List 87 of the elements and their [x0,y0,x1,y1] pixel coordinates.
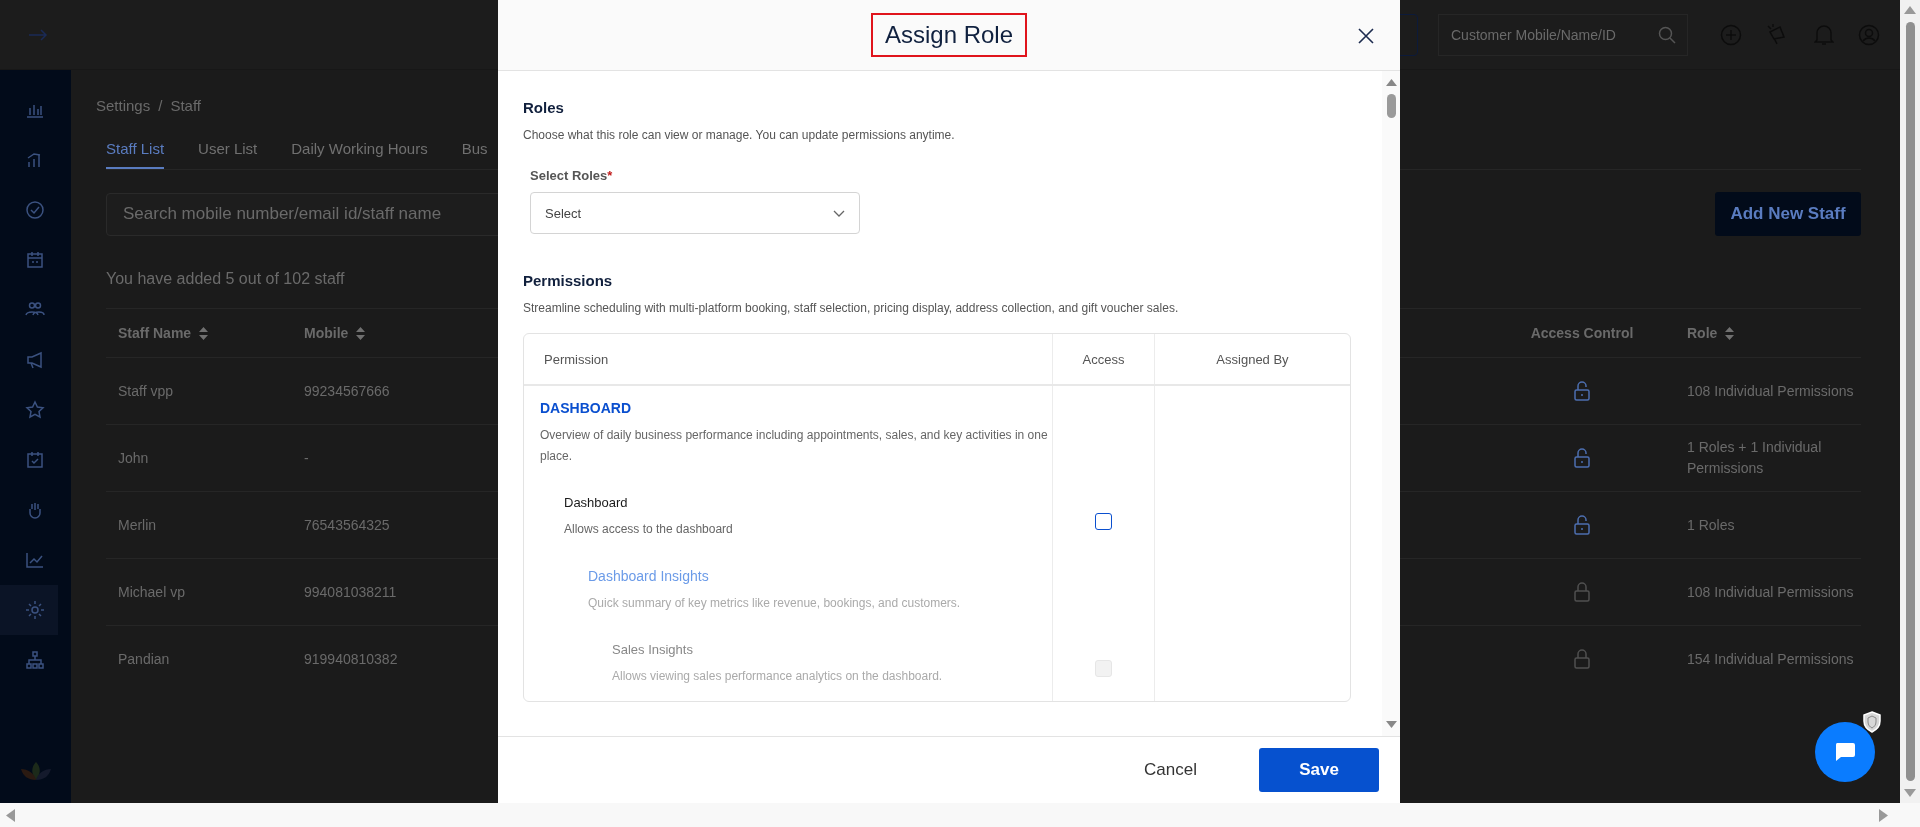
access-checkbox[interactable] [1095,513,1112,530]
column-header: Access [1082,351,1125,367]
table-cell-text: 99234567666 [304,381,390,401]
permission-group-title: Dashboard Insights [588,568,710,584]
breadcrumb-link[interactable]: Settings [96,97,151,114]
column-header: Role [1687,323,1718,343]
close-icon[interactable] [1358,28,1374,44]
scrollbar[interactable] [1382,71,1400,736]
staff-count-text: You have added 5 out of 102 staff [106,270,345,288]
permission-description: Quick summary of key metrics like revenue, bookings, and customers. [588,595,962,612]
section-heading: Roles [523,99,565,116]
calendar-icon [25,250,45,270]
breadcrumb-separator: / [158,97,163,114]
lotus-logo-icon [19,761,53,781]
customer-search-field[interactable]: Customer Mobile/Name/ID [1438,13,1688,56]
add-staff-button[interactable]: Add New Staff [1715,192,1861,236]
padlock-icon[interactable] [1574,448,1590,468]
table-cell-text: John [118,448,149,468]
tab[interactable]: User List [198,130,258,169]
save-button[interactable]: Save [1259,748,1379,792]
star-icon [25,400,45,420]
section-heading: Permissions [523,272,614,289]
table-cell-text: 1 Roles [1687,515,1735,535]
table-cell-text: 108 Individual Permissions [1687,381,1854,401]
sidebar-item[interactable] [0,585,58,635]
column-header: Access Control [1530,323,1634,343]
permission-description: Allows access to the dashboard [564,521,734,538]
column-header: Permission [544,351,609,367]
field-label: Select Roles [530,168,608,183]
table-cell-text: 1 Roles + 1 Individual Permissions [1687,438,1823,478]
cancel-button[interactable]: Cancel [1138,759,1203,781]
column-header: Mobile [304,323,349,343]
section-description: Streamline scheduling with multi-platform booking, staff selection, pricing display, address collection, and gift voucher sales. [523,301,1180,315]
column-header: Assigned By [1216,351,1289,367]
table-cell-text: Pandian [118,649,170,669]
scroll-right-icon[interactable] [1879,808,1888,822]
tab[interactable]: Daily Working Hours [291,130,428,169]
table-cell-text: 919940810382 [304,649,398,669]
org-chart-icon [25,650,45,670]
shield-icon [1862,711,1882,733]
dialog-title: Assign Role [870,13,1028,57]
table-cell-text: Merlin [118,515,157,535]
sort-icon[interactable] [356,326,366,340]
permission-title: Dashboard [564,495,629,510]
table-cell-text: 994081038211 [304,582,397,602]
roles-dropdown[interactable]: Select [530,192,860,234]
scroll-up-icon[interactable] [1904,6,1916,14]
sort-icon[interactable] [1725,326,1735,340]
permission-title: Sales Insights [612,642,694,657]
scroll-down-icon[interactable] [1385,721,1397,728]
required-mark: * [607,168,613,183]
padlock-icon[interactable] [1574,582,1590,602]
settings-icon [25,600,45,620]
padlock-icon[interactable] [1574,381,1590,401]
table-cell-text: - [304,448,309,468]
padlock-icon[interactable] [1574,515,1590,535]
tab[interactable]: Bus [461,130,488,169]
table-cell-text: 154 Individual Permissions [1687,649,1854,669]
megaphone-icon [25,350,45,370]
chevron-down-icon [833,209,845,217]
table-cell-text: 76543564325 [304,515,390,535]
scrollbar-corner [1900,803,1920,827]
permission-description: Overview of daily business performance including appointments, sales, and key activities in one place. [540,427,1049,465]
permission-description: Allows viewing sales performance analytics on the dashboard. [612,668,944,685]
permission-group-title: DASHBOARD [540,400,632,416]
table-cell-text: Staff vpp [118,381,173,401]
scroll-down-icon[interactable] [1904,789,1916,797]
arrow-right-icon[interactable] [28,28,48,41]
table-cell-text: Michael vp [118,582,185,602]
table-cell-text: 108 Individual Permissions [1687,582,1854,602]
scrollbar[interactable] [0,803,1900,827]
padlock-icon[interactable] [1574,649,1590,669]
scrollbar[interactable] [1900,0,1920,803]
scroll-thumb[interactable] [1905,22,1915,781]
section-description: Choose what this role can view or manage. You can update permissions anytime. [523,128,956,142]
breadcrumb-link[interactable]: Staff [170,97,201,114]
tab[interactable]: Staff List [106,130,165,169]
column-header: Staff Name [118,323,192,343]
scroll-thumb[interactable] [1386,94,1396,118]
chat-bubble-icon [1834,742,1856,762]
search-icon[interactable] [1658,25,1676,44]
chat-button[interactable] [1815,722,1875,782]
scroll-up-icon[interactable] [1385,79,1397,86]
sort-icon[interactable] [199,326,209,340]
trend-chart-icon [25,550,45,570]
calendar-check-icon [25,450,45,470]
scroll-left-icon[interactable] [6,808,15,822]
